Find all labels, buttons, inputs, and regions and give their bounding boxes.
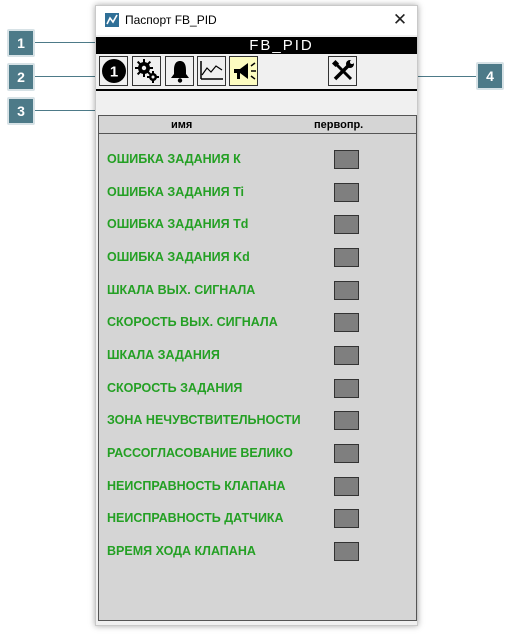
header-divider: [99, 133, 416, 134]
toolbar: 1: [96, 55, 417, 89]
toolbar-button-tools[interactable]: [328, 56, 357, 86]
first-cause-indicator: [334, 509, 359, 528]
first-cause-indicator: [334, 379, 359, 398]
first-cause-indicator: [334, 215, 359, 234]
toolbar-button-messages[interactable]: [229, 56, 258, 86]
row-label: ЗОНА НЕЧУВСТВИТЕЛЬНОСТИ: [107, 413, 301, 427]
header-bar: FB_PID: [96, 37, 417, 54]
bell-icon: [170, 61, 189, 83]
trend-chart-icon: [199, 61, 223, 80]
svg-text:1: 1: [109, 64, 117, 81]
gears-icon: [134, 59, 159, 83]
row-label: ОШИБКА ЗАДАНИЯ Ti: [107, 185, 244, 199]
tools-icon: [331, 59, 354, 81]
number-1-icon: 1: [101, 59, 126, 83]
close-icon: ✕: [392, 10, 408, 29]
first-cause-indicator: [334, 542, 359, 561]
toolbar-button-alarms[interactable]: [165, 56, 194, 86]
row-label: ШКАЛА ВЫХ. СИГНАЛА: [107, 283, 256, 297]
first-cause-indicator: [334, 477, 359, 496]
first-cause-indicator: [334, 444, 359, 463]
first-cause-indicator: [334, 281, 359, 300]
row-label: ОШИБКА ЗАДАНИЯ К: [107, 152, 241, 166]
row-label: НЕИСПРАВНОСТЬ ДАТЧИКА: [107, 511, 284, 525]
row-label: ВРЕМЯ ХОДА КЛАПАНА: [107, 544, 256, 558]
row-label: СКОРОСТЬ ВЫХ. СИГНАЛА: [107, 315, 278, 329]
header-title: FB_PID: [249, 37, 314, 54]
toolbar-button-settings[interactable]: [132, 56, 161, 86]
row-label: ОШИБКА ЗАДАНИЯ Td: [107, 217, 249, 231]
passport-window: Паспорт FB_PID ✕ FB_PID 1 имя первопр. О…: [95, 5, 418, 626]
toolbar-button-trends[interactable]: [197, 56, 226, 86]
callout-2-line: [35, 76, 97, 77]
first-cause-indicator: [334, 248, 359, 267]
column-header-first-cause: первопр.: [314, 119, 364, 131]
megaphone-icon: [233, 62, 256, 80]
row-label: ШКАЛА ЗАДАНИЯ: [107, 348, 220, 362]
window-title: Паспорт FB_PID: [125, 13, 217, 27]
callout-1: 1: [7, 29, 35, 57]
toolbar-separator: [96, 89, 417, 91]
first-cause-indicator: [334, 346, 359, 365]
first-cause-indicator: [334, 150, 359, 169]
row-label: НЕИСПРАВНОСТЬ КЛАПАНА: [107, 479, 286, 493]
column-header-name: имя: [171, 119, 193, 131]
close-button[interactable]: ✕: [389, 10, 411, 30]
first-cause-indicator: [334, 183, 359, 202]
callout-3: 3: [7, 97, 35, 125]
first-cause-panel: имя первопр. ОШИБКА ЗАДАНИЯ К ОШИБКА ЗАД…: [98, 115, 417, 621]
app-icon: [105, 13, 119, 27]
callout-2: 2: [7, 63, 35, 91]
row-label: СКОРОСТЬ ЗАДАНИЯ: [107, 381, 243, 395]
first-cause-indicator: [334, 411, 359, 430]
row-label: РАССОГЛАСОВАНИЕ ВЕЛИКО: [107, 446, 293, 460]
callout-4: 4: [476, 62, 504, 90]
first-cause-indicator: [334, 313, 359, 332]
row-label: ОШИБКА ЗАДАНИЯ Kd: [107, 250, 250, 264]
title-bar: Паспорт FB_PID ✕: [96, 6, 417, 35]
toolbar-button-main[interactable]: 1: [99, 56, 128, 86]
